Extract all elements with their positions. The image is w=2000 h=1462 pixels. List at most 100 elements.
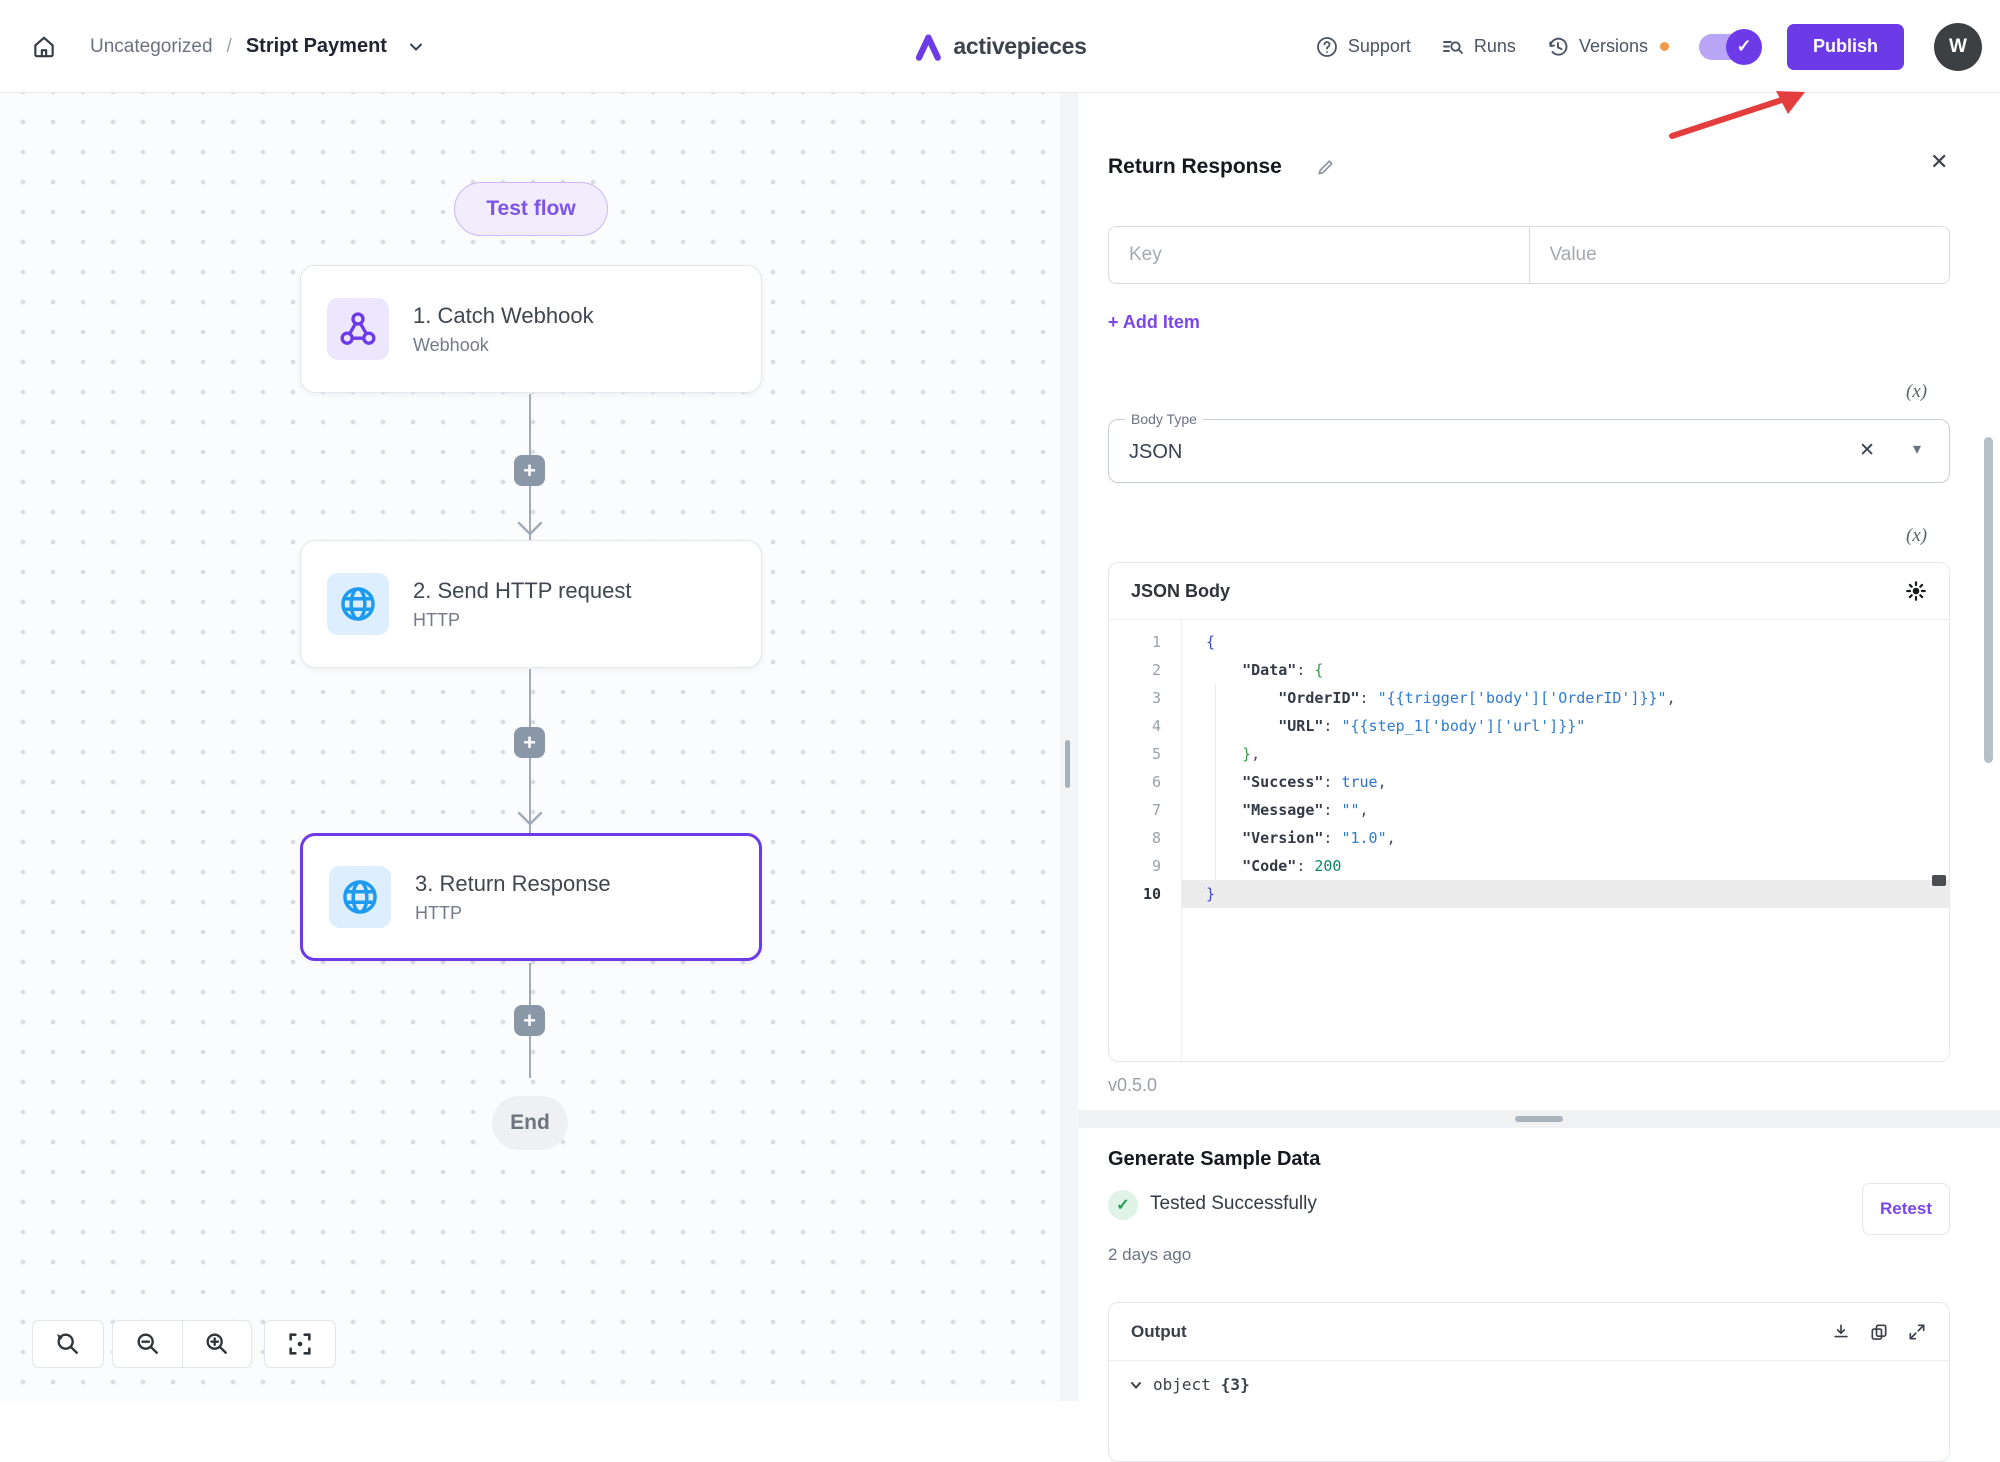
support-link[interactable]: Support	[1315, 35, 1411, 59]
versions-link[interactable]: Versions	[1546, 35, 1648, 59]
clear-selection-icon[interactable]: ✕	[1859, 439, 1875, 462]
download-icon	[1831, 1322, 1851, 1342]
step-title: 1. Catch Webhook	[413, 303, 594, 329]
home-button[interactable]	[24, 27, 64, 67]
app-root: Uncategorized / Stript Payment activepie…	[0, 0, 2000, 1401]
dynamic-value-icon[interactable]: (x)	[1906, 381, 1927, 403]
test-flow-button[interactable]: Test flow	[454, 182, 608, 236]
flow-name[interactable]: Stript Payment	[246, 35, 387, 58]
add-item-link[interactable]: + Add Item	[1108, 312, 1200, 333]
output-label: Output	[1131, 1322, 1187, 1342]
code-lines[interactable]: { "Data": { "OrderID": "{{trigger['body'…	[1181, 620, 1949, 1061]
brand-logo-icon	[913, 32, 943, 62]
panel-title: Return Response	[1108, 155, 1282, 179]
step-card-send-http[interactable]: 2. Send HTTP request HTTP	[300, 540, 762, 668]
arrowhead-icon	[517, 521, 543, 536]
body-type-value: JSON	[1129, 441, 1182, 464]
fit-view-icon	[286, 1330, 314, 1358]
expand-output-button[interactable]	[1907, 1322, 1927, 1342]
copy-output-button[interactable]	[1869, 1322, 1889, 1342]
output-card: Output object {3}	[1108, 1302, 1950, 1462]
step-settings-panel: Return Response ✕ + Add Item (x) Body Ty…	[1078, 93, 2000, 1401]
runs-search-icon	[1441, 35, 1465, 59]
body-type-label: Body Type	[1125, 411, 1203, 427]
home-icon	[31, 34, 57, 60]
globe-icon	[339, 876, 381, 918]
ai-sparkle-icon[interactable]	[1905, 580, 1927, 602]
panel-scrollbar-thumb[interactable]	[1984, 437, 1993, 763]
splitter-handle-icon	[1515, 1116, 1563, 1122]
top-bar-actions: Support Runs Versions ✓ Publish W	[1315, 0, 1982, 93]
publish-button[interactable]: Publish	[1787, 24, 1904, 70]
add-step-button-1[interactable]: +	[514, 455, 545, 486]
tree-node-count: {3}	[1221, 1375, 1250, 1394]
select-caret-icon[interactable]: ▾	[1913, 439, 1921, 459]
zoom-reset-button[interactable]	[32, 1320, 104, 1368]
zoom-reset-icon	[54, 1330, 82, 1358]
support-label: Support	[1348, 36, 1411, 57]
step-subtitle: HTTP	[415, 903, 611, 924]
avatar[interactable]: W	[1934, 23, 1982, 71]
edit-name-icon[interactable]	[1316, 157, 1336, 177]
arrowhead-icon	[517, 811, 543, 826]
tree-node-type: object	[1153, 1375, 1211, 1394]
expand-icon	[1907, 1322, 1927, 1342]
copy-icon	[1869, 1322, 1889, 1342]
brand-name: activepieces	[953, 33, 1086, 60]
breadcrumb: Uncategorized / Stript Payment	[24, 0, 425, 93]
versions-label: Versions	[1579, 36, 1648, 57]
generate-sample-data-heading: Generate Sample Data	[1108, 1148, 1320, 1171]
add-step-button-3[interactable]: +	[514, 1005, 545, 1036]
panel-resize-gutter[interactable]	[1060, 93, 1078, 1401]
success-check-icon: ✓	[1108, 1190, 1138, 1220]
top-bar: Uncategorized / Stript Payment activepie…	[0, 0, 2000, 93]
help-circle-icon	[1315, 35, 1339, 59]
fit-view-button[interactable]	[264, 1320, 336, 1368]
versions-unpublished-dot	[1660, 42, 1669, 51]
flow-end-badge: End	[492, 1096, 568, 1150]
flow-menu-button[interactable]	[407, 38, 425, 56]
retest-button[interactable]: Retest	[1862, 1183, 1950, 1235]
step-title: 2. Send HTTP request	[413, 578, 632, 604]
code-gutter: 12345678910	[1109, 620, 1181, 1061]
step-card-return-response[interactable]: 3. Return Response HTTP	[300, 833, 762, 961]
runs-label: Runs	[1474, 36, 1516, 57]
test-status: Tested Successfully	[1150, 1193, 1317, 1215]
indent-guide	[1215, 684, 1216, 880]
history-icon	[1546, 35, 1570, 59]
toggle-check-icon: ✓	[1726, 29, 1762, 65]
add-step-button-2[interactable]: +	[514, 727, 545, 758]
flow-canvas[interactable]: Test flow 1. Catch Webhook Webhook + 2. …	[0, 93, 1060, 1401]
download-output-button[interactable]	[1831, 1322, 1851, 1342]
flow-enabled-toggle[interactable]: ✓	[1699, 34, 1757, 60]
step-card-catch-webhook[interactable]: 1. Catch Webhook Webhook	[300, 265, 762, 393]
editor-scrollbar-thumb[interactable]	[1932, 875, 1946, 886]
zoom-out-button[interactable]	[113, 1321, 182, 1367]
body-type-select[interactable]: Body Type JSON ✕ ▾	[1108, 411, 1950, 483]
globe-icon	[337, 583, 379, 625]
step-title: 3. Return Response	[415, 871, 611, 897]
zoom-button-group	[112, 1320, 252, 1368]
breadcrumb-separator: /	[227, 36, 232, 58]
output-tree-root[interactable]: object {3}	[1129, 1375, 1250, 1394]
chevron-down-icon	[1129, 1378, 1143, 1392]
json-body-label: JSON Body	[1131, 581, 1230, 602]
dynamic-value-icon[interactable]: (x)	[1906, 525, 1927, 547]
runs-link[interactable]: Runs	[1441, 35, 1516, 59]
headers-key-value-row	[1108, 226, 1950, 284]
panel-resize-handle-icon	[1065, 740, 1070, 788]
close-panel-button[interactable]: ✕	[1930, 149, 1948, 175]
step-subtitle: Webhook	[413, 335, 594, 356]
zoom-in-icon	[203, 1330, 231, 1358]
zoom-in-button[interactable]	[182, 1321, 251, 1367]
zoom-out-icon	[134, 1330, 162, 1358]
breadcrumb-category[interactable]: Uncategorized	[90, 36, 213, 58]
step-subtitle: HTTP	[413, 610, 632, 631]
piece-version: v0.5.0	[1108, 1075, 1157, 1096]
panel-splitter[interactable]	[1078, 1110, 2000, 1128]
webhook-icon	[338, 309, 378, 349]
chevron-down-icon	[407, 38, 425, 56]
value-input[interactable]	[1530, 227, 1950, 283]
brand: activepieces	[913, 0, 1086, 93]
key-input[interactable]	[1109, 227, 1529, 283]
